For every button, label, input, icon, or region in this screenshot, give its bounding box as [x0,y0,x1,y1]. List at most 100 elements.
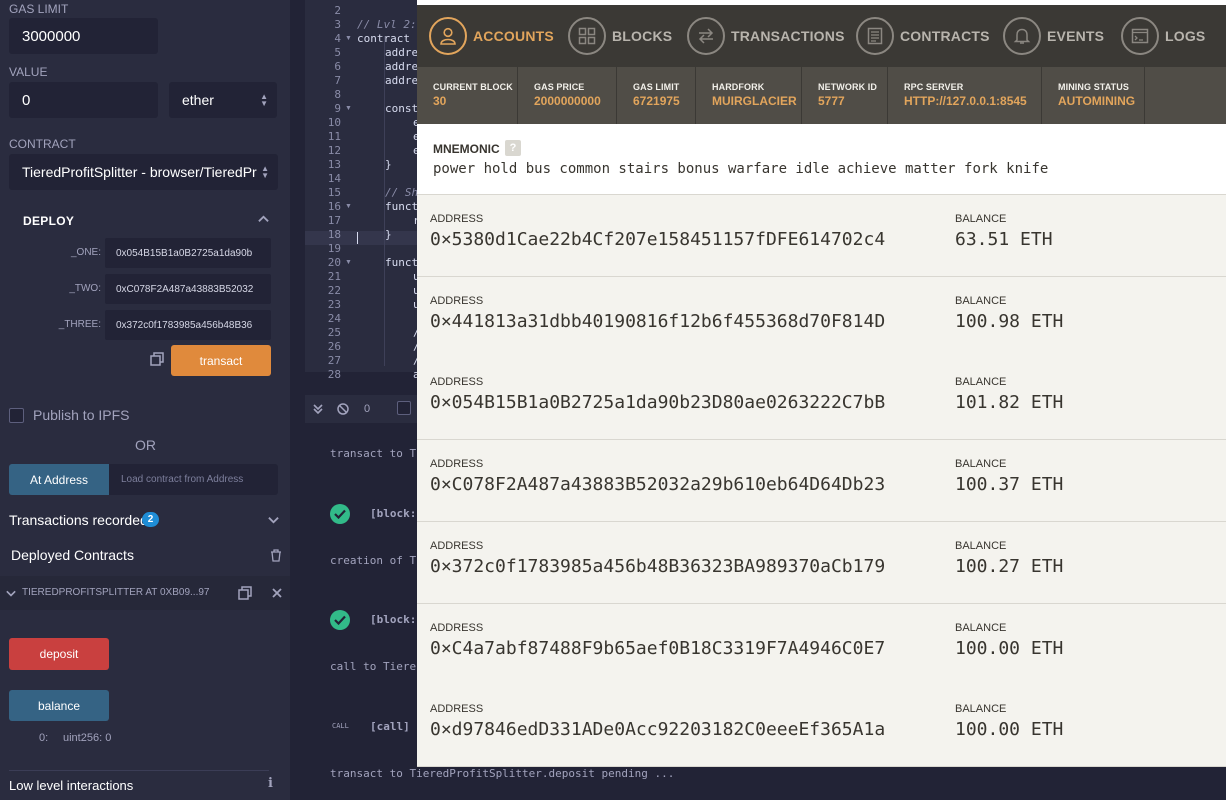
copy-icon[interactable] [150,352,164,366]
deployed-instance-header[interactable]: TIEREDPROFITSPLITTER AT 0XB09...97 [0,576,290,610]
code-line: const [385,102,419,115]
fold-toggle-icon[interactable]: ▼ [345,203,352,210]
line-number: 23 [327,298,341,311]
line-number: 7 [334,74,341,87]
ganache-status-bar: CURRENT BLOCK 30 GAS PRICE 2000000000 GAS … [417,67,1226,124]
stat-label: MINING STATUS [1058,82,1129,92]
chevron-down-icon[interactable] [268,514,279,525]
balance-label: BALANCE [955,458,1007,471]
select-arrows-icon: ▲ ▼ [261,164,269,180]
transactions-recorded-label[interactable]: Transactions recorded [9,512,148,528]
account-address: 0×C4a7abf87488F9b65aef0B18C3319F7A4946C0… [430,637,886,659]
account-address: 0×054B15B1a0B2725a1da90b23D80ae0263222C7… [430,392,886,414]
nav-logs[interactable]: LOGS [1121,17,1205,55]
nav-events-label: EVENTS [1047,28,1105,44]
code-line: } [385,228,392,241]
nav-blocks[interactable]: BLOCKS [568,17,672,55]
nav-accounts[interactable]: ACCOUNTS [429,17,554,55]
chevron-down-icon[interactable] [6,588,16,598]
nav-contracts-label: CONTRACTS [900,28,990,44]
account-row[interactable]: ADDRESS 0×C078F2A487a43883B52032a29b610eb… [417,440,1226,523]
stat-value: HTTP://127.0.0.1:8545 [904,94,1027,108]
deposit-button[interactable]: deposit [9,638,109,670]
account-balance: 100.37 ETH [955,474,1064,496]
listen-checkbox[interactable] [397,401,411,415]
balance-label: BALANCE [955,213,1007,225]
load-address-input[interactable]: Load contract from Address [109,464,278,495]
line-number: 21 [327,270,341,283]
stat-label: RPC SERVER [904,82,964,92]
line-number: 19 [327,242,341,255]
close-icon[interactable] [272,588,282,598]
at-address-button[interactable]: At Address [9,464,109,495]
value-input[interactable]: 0 [9,82,158,118]
fold-toggle-icon[interactable]: ▼ [345,105,352,112]
line-number: 4 [334,32,341,45]
select-arrows-icon: ▲ ▼ [260,92,268,108]
account-address: 0×C078F2A487a43883B52032a29b610eb64D64Db… [430,474,886,496]
chevron-up-icon[interactable] [258,214,269,225]
stat-network-id: NETWORK ID 5777 [818,67,877,124]
account-address: 0×372c0f1783985a456b48B36323BA989370aCb1… [430,555,886,577]
nav-blocks-label: BLOCKS [612,28,673,44]
double-chevron-icon[interactable] [313,404,323,414]
balance-button[interactable]: balance [9,690,109,721]
account-address: 0×d97846edD331ADe0Acc92203182C0eeeEf365A… [430,719,886,741]
address-label: ADDRESS [430,376,484,389]
terminal-line: transact to Ti [330,447,423,460]
stat-label: HARDFORK [712,82,765,92]
success-check-icon [330,504,350,524]
account-row[interactable]: ADDRESS 0×441813a31dbb40190816f12b6f45536… [417,276,1226,359]
balance-label: BALANCE [955,621,1007,634]
help-icon[interactable]: ? [505,140,521,156]
mnemonic-panel: MNEMONIC ? power hold bus common stairs … [417,124,1226,195]
param-one-label: _ONE: [70,247,101,258]
account-row[interactable]: ADDRESS 0×372c0f1783985a456b48B36323BA989… [417,521,1226,604]
nav-contracts[interactable]: CONTRACTS [856,17,990,55]
code-line: addre [385,46,419,59]
transact-button[interactable]: transact [171,345,271,376]
stat-rpc-server: RPC SERVER HTTP://127.0.0.1:8545 [904,67,1027,124]
line-number: 11 [327,130,341,143]
trash-icon[interactable] [270,549,282,562]
account-balance: 100.98 ETH [955,310,1064,332]
info-icon[interactable]: i [268,776,273,791]
terminal-line: [block: [370,613,417,626]
account-row[interactable]: ADDRESS 0×5380d1Cae22b4Cf207e158451157fDF… [417,195,1226,277]
stat-value: 2000000000 [534,94,601,108]
divider [801,67,802,124]
copy-icon[interactable] [238,586,252,600]
line-number: 2 [334,4,341,17]
fold-toggle-icon[interactable]: ▼ [345,35,352,42]
success-check-icon [330,610,350,630]
pending-count: 0 [364,403,371,415]
mnemonic-label: MNEMONIC [433,142,500,156]
account-balance: 100.27 ETH [955,555,1064,577]
terminal-line: transact to TieredProfitSplitter.deposit… [330,767,675,780]
stat-label: CURRENT BLOCK [433,82,513,92]
value-unit-select[interactable]: ether ▲ ▼ [169,82,277,118]
clear-icon[interactable] [337,403,349,415]
param-three-input[interactable]: 0x372c0f1783985a456b48B36 [105,310,271,340]
contract-select[interactable]: TieredProfitSplitter - browser/TieredPr … [9,154,278,190]
param-two-input[interactable]: 0xC078F2A487a43883B52032 [105,274,271,304]
nav-transactions[interactable]: TRANSACTIONS [687,17,845,55]
code-line: funct [385,200,419,213]
account-row[interactable]: ADDRESS 0×054B15B1a0B2725a1da90b23D80ae02… [417,358,1226,441]
nav-events[interactable]: EVENTS [1003,17,1104,55]
indent-guide [384,36,385,366]
line-number: 9 [334,102,341,115]
line-number: 16 [327,200,341,213]
fold-toggle-icon[interactable]: ▼ [345,259,352,266]
stat-value: 5777 [818,94,845,108]
divider [1041,67,1042,124]
param-one-input[interactable]: 0x054B15B1a0B2725a1da90b [105,238,271,268]
publish-ipfs-checkbox[interactable] [9,408,24,423]
terminal-line: call to Tiere [330,660,417,673]
account-row[interactable]: ADDRESS 0×C4a7abf87488F9b65aef0B18C3319F7… [417,603,1226,686]
account-row[interactable]: ADDRESS 0×d97846edD331ADe0Acc92203182C0ee… [417,685,1226,767]
contract-select-text: TieredProfitSplitter - browser/TieredPr [22,164,257,180]
stat-mining-status: MINING STATUS AUTOMINING [1058,67,1135,124]
or-label: OR [135,437,156,453]
gas-limit-input[interactable]: 3000000 [9,18,158,54]
